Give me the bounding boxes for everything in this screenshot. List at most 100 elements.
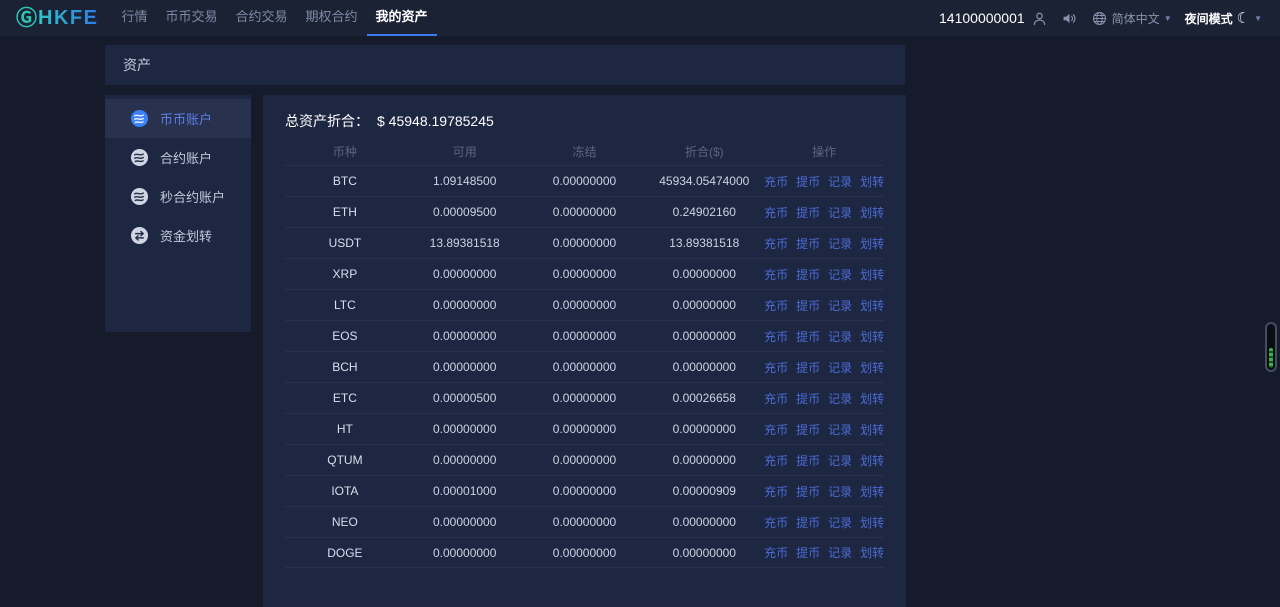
withdraw-link[interactable]: 提币 [796,421,820,438]
account-menu[interactable]: 14100000001 [939,10,1048,27]
withdraw-link[interactable]: 提币 [796,204,820,221]
deposit-link[interactable]: 充币 [764,173,788,190]
available-value: 0.00000000 [405,515,525,529]
withdraw-link[interactable]: 提币 [796,235,820,252]
records-link[interactable]: 记录 [828,173,852,190]
coins-icon [130,109,149,128]
sidebar-item-label: 资金划转 [160,226,212,245]
transfer-link[interactable]: 划转 [860,297,884,314]
available-value: 0.00000000 [405,329,525,343]
deposit-link[interactable]: 充币 [764,483,788,500]
language-label: 简体中文 [1112,10,1160,27]
row-actions: 充币 提币 记录 划转 [764,328,884,345]
converted-value: 0.00026658 [644,391,764,405]
table-row: USDT 13.89381518 0.00000000 13.89381518 … [285,227,884,258]
records-link[interactable]: 记录 [828,235,852,252]
transfer-link[interactable]: 划转 [860,173,884,190]
nav-item[interactable]: 币币交易 [156,0,226,36]
transfer-link[interactable]: 划转 [860,452,884,469]
theme-label: 夜间模式 [1185,10,1233,27]
deposit-link[interactable]: 充币 [764,328,788,345]
transfer-link[interactable]: 划转 [860,390,884,407]
frozen-value: 0.00000000 [525,174,645,188]
frozen-value: 0.00000000 [525,515,645,529]
converted-value: 0.00000000 [644,515,764,529]
sidebar-item[interactable]: 秒合约账户 [105,177,251,216]
deposit-link[interactable]: 充币 [764,544,788,561]
converted-value: 0.00000000 [644,329,764,343]
transfer-link[interactable]: 划转 [860,328,884,345]
row-actions: 充币 提币 记录 划转 [764,359,884,376]
nav-item[interactable]: 我的资产 [367,0,437,36]
chevron-down-icon: ▼ [1164,14,1172,23]
withdraw-link[interactable]: 提币 [796,544,820,561]
records-link[interactable]: 记录 [828,483,852,500]
deposit-link[interactable]: 充币 [764,297,788,314]
column-header: 可用 [405,143,525,160]
withdraw-link[interactable]: 提币 [796,483,820,500]
coin-name: NEO [285,515,405,529]
transfer-link[interactable]: 划转 [860,235,884,252]
available-value: 0.00000000 [405,360,525,374]
transfer-link[interactable]: 划转 [860,204,884,221]
deposit-link[interactable]: 充币 [764,421,788,438]
content: 币币账户 合约账户 [105,95,1280,607]
records-link[interactable]: 记录 [828,297,852,314]
nav-item[interactable]: 行情 [112,0,156,36]
nav-item[interactable]: 期权合约 [297,0,367,36]
withdraw-link[interactable]: 提币 [796,514,820,531]
nav-item[interactable]: 合约交易 [226,0,296,36]
table-row: LTC 0.00000000 0.00000000 0.00000000 充币 … [285,289,884,320]
scrollbar-widget[interactable] [1265,322,1277,372]
available-value: 0.00000000 [405,453,525,467]
withdraw-link[interactable]: 提币 [796,390,820,407]
announcement-speaker-icon[interactable] [1061,10,1078,27]
withdraw-link[interactable]: 提币 [796,359,820,376]
withdraw-link[interactable]: 提币 [796,452,820,469]
sidebar-item-label: 币币账户 [160,109,212,128]
withdraw-link[interactable]: 提币 [796,328,820,345]
converted-value: 0.00000000 [644,360,764,374]
available-value: 0.00000000 [405,546,525,560]
coin-name: BCH [285,360,405,374]
transfer-link[interactable]: 划转 [860,421,884,438]
frozen-value: 0.00000000 [525,329,645,343]
records-link[interactable]: 记录 [828,390,852,407]
records-link[interactable]: 记录 [828,328,852,345]
language-selector[interactable]: 简体中文 ▼ [1091,10,1172,27]
user-icon[interactable] [1031,10,1048,27]
assets-table-body: BTC 1.09148500 0.00000000 45934.05474000… [285,165,884,568]
frozen-value: 0.00000000 [525,422,645,436]
transfer-link[interactable]: 划转 [860,266,884,283]
deposit-link[interactable]: 充币 [764,452,788,469]
transfer-link[interactable]: 划转 [860,514,884,531]
records-link[interactable]: 记录 [828,204,852,221]
records-link[interactable]: 记录 [828,359,852,376]
transfer-link[interactable]: 划转 [860,483,884,500]
withdraw-link[interactable]: 提币 [796,297,820,314]
deposit-link[interactable]: 充币 [764,266,788,283]
deposit-link[interactable]: 充币 [764,390,788,407]
records-link[interactable]: 记录 [828,544,852,561]
table-row: NEO 0.00000000 0.00000000 0.00000000 充币 … [285,506,884,537]
theme-selector[interactable]: 夜间模式 ☾ ▼ [1185,10,1262,27]
transfer-link[interactable]: 划转 [860,544,884,561]
available-value: 0.00000500 [405,391,525,405]
deposit-link[interactable]: 充币 [764,235,788,252]
withdraw-link[interactable]: 提币 [796,266,820,283]
transfer-link[interactable]: 划转 [860,359,884,376]
deposit-link[interactable]: 充币 [764,204,788,221]
sidebar-item[interactable]: 币币账户 [105,99,251,138]
deposit-link[interactable]: 充币 [764,514,788,531]
brand-logo[interactable]: Ⓖ HKFE [16,8,98,29]
records-link[interactable]: 记录 [828,514,852,531]
records-link[interactable]: 记录 [828,452,852,469]
deposit-link[interactable]: 充币 [764,359,788,376]
row-actions: 充币 提币 记录 划转 [764,235,884,252]
sidebar-item[interactable]: 合约账户 [105,138,251,177]
records-link[interactable]: 记录 [828,266,852,283]
records-link[interactable]: 记录 [828,421,852,438]
column-header: 操作 [764,143,884,160]
withdraw-link[interactable]: 提币 [796,173,820,190]
sidebar-item[interactable]: 资金划转 [105,216,251,255]
